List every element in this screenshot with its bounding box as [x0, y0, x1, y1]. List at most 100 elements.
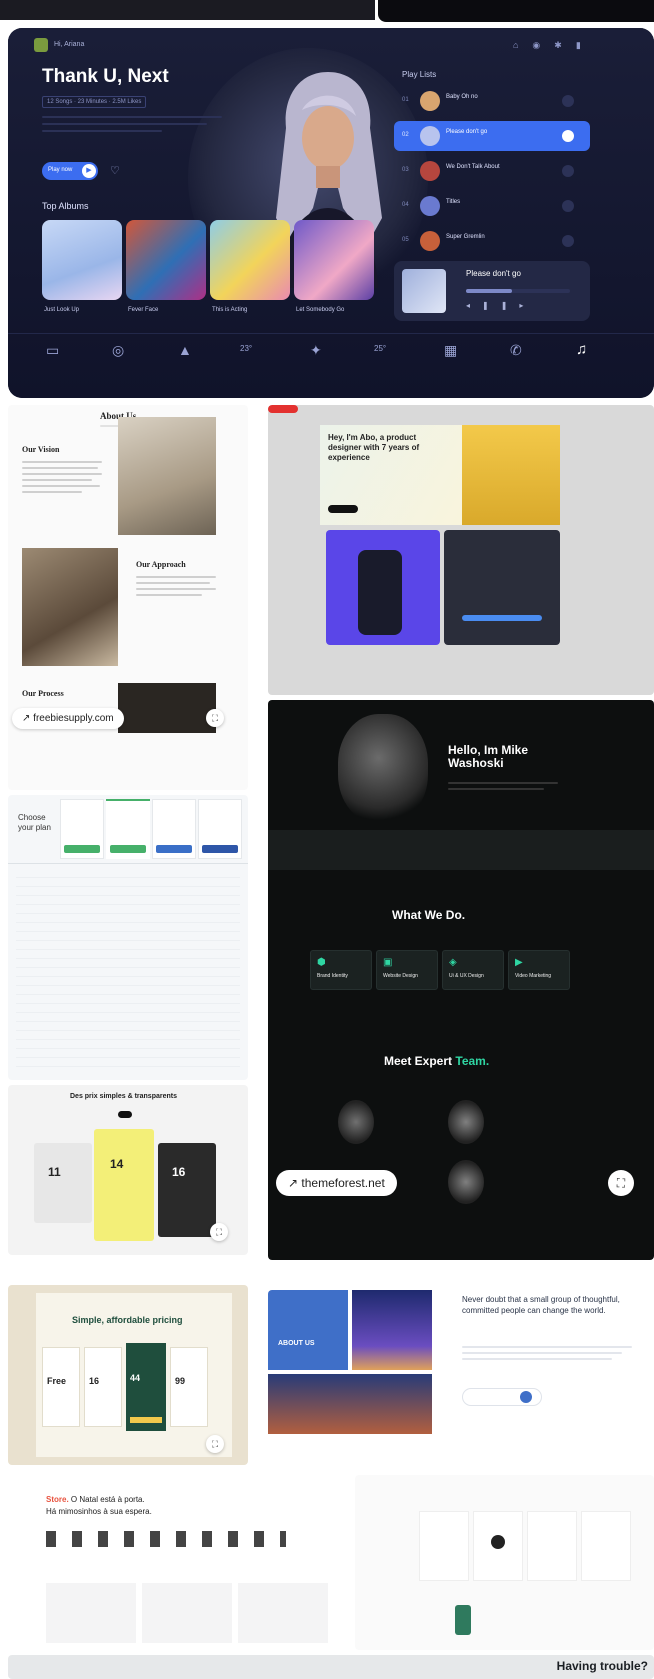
vision-heading: Our Vision — [22, 445, 60, 454]
top-thumbnail-right[interactable] — [378, 0, 654, 22]
store-headline: Store. O Natal está à porta. — [46, 1495, 145, 1504]
settings-ui-preview[interactable] — [444, 530, 560, 645]
product-tile[interactable] — [46, 1583, 136, 1643]
city-bridge-photo — [268, 1374, 432, 1434]
play-now-button[interactable]: Play now ▶ — [42, 162, 98, 180]
service-card[interactable]: ▣ Website Design — [376, 950, 438, 990]
product-tile[interactable] — [581, 1511, 631, 1581]
service-icon: ◈ — [449, 957, 457, 968]
visual-search-icon[interactable]: ⛶ — [210, 1223, 228, 1241]
album-meta: 12 Songs · 23 Minutes · 2.5M Likes — [42, 96, 147, 108]
playlists-label: Play Lists — [402, 70, 437, 79]
music-note-icon[interactable]: ♫ — [576, 341, 587, 358]
album-name: This is Acting — [212, 307, 248, 313]
navigation-icon[interactable]: ▲ — [178, 342, 192, 358]
steering-icon[interactable]: ◎ — [112, 342, 124, 359]
approach-heading: Our Approach — [136, 560, 186, 569]
french-pricing-card[interactable]: Des prix simples & transparents 11 14 16… — [8, 1085, 248, 1255]
user-label: Hi, Ariana — [54, 41, 85, 48]
plan-card[interactable]: Free — [42, 1347, 80, 1427]
music-player-card[interactable]: Hi, Ariana ⌂◉✱▮ Thank U, Next 12 Songs ·… — [8, 28, 654, 398]
process-photo — [118, 683, 216, 733]
car-icon[interactable]: ▭ — [46, 342, 59, 359]
top-thumbnail-left[interactable] — [0, 0, 375, 20]
album-art-3[interactable] — [210, 220, 290, 300]
service-icon: ▣ — [383, 957, 393, 968]
about-city-card[interactable]: ABOUT US Never doubt that a small group … — [268, 1290, 654, 1470]
playlist-row[interactable]: 05 Super Gremlin — [394, 226, 590, 256]
plan-card-featured[interactable]: 14 — [94, 1129, 154, 1241]
agency-dark-card[interactable]: Hello, Im Mike Washoski What We Do. ⬢ Br… — [268, 700, 654, 1260]
billing-toggle[interactable] — [118, 1111, 132, 1118]
progress-fill — [466, 289, 512, 293]
plan-card[interactable]: 11 — [34, 1143, 92, 1223]
store-card[interactable]: Store. O Natal está à porta. Há mimosinh… — [8, 1475, 363, 1650]
temperature-right: 25° — [374, 344, 387, 353]
now-playing-title: Please don't go — [466, 269, 521, 278]
top-albums-label: Top Albums — [42, 201, 89, 211]
what-we-do-heading: What We Do. — [392, 908, 466, 922]
team-member-photo — [448, 1160, 484, 1204]
album-name: Fever Face — [128, 307, 159, 313]
phone-icon[interactable]: ✆ — [510, 342, 522, 359]
arrow-button[interactable] — [520, 1391, 532, 1403]
album-art-4[interactable] — [294, 220, 374, 300]
trouble-text: Having trouble? — [556, 1659, 648, 1673]
designer-photo — [462, 425, 560, 525]
about-us-card[interactable]: About Us Our Vision Our Approach Our Pro… — [8, 405, 248, 790]
plan-card-featured[interactable]: 44 — [126, 1343, 166, 1431]
choose-plan-heading: Choose your plan — [18, 813, 51, 832]
speaker-portrait — [338, 714, 428, 824]
playlist-row[interactable]: 01 Baby Oh no — [394, 86, 590, 116]
product-tile[interactable] — [419, 1511, 469, 1581]
service-card[interactable]: ◈ Ui & UX Design — [442, 950, 504, 990]
now-playing-panel[interactable]: Please don't go ◂❚❚▸ — [394, 261, 590, 321]
album-title: Thank U, Next — [42, 66, 169, 87]
album-art-2[interactable] — [126, 220, 206, 300]
select-plan-button[interactable] — [110, 845, 146, 853]
service-card[interactable]: ⬢ Brand Identity — [310, 950, 372, 990]
product-category-icons[interactable] — [46, 1531, 286, 1547]
source-link-chip[interactable]: ↗ themeforest.net — [276, 1170, 397, 1196]
store-products-card[interactable] — [355, 1475, 654, 1650]
product-tile[interactable] — [142, 1583, 232, 1643]
service-card[interactable]: ▶ Video Marketing — [508, 950, 570, 990]
team-member-photo — [448, 1100, 484, 1144]
visual-search-icon[interactable]: ⛶ — [206, 1435, 224, 1453]
team-heading: Meet Expert Team. — [384, 1054, 490, 1068]
affordable-title: Simple, affordable pricing — [72, 1315, 183, 1325]
product-tile[interactable] — [238, 1583, 328, 1643]
album-art-1[interactable] — [42, 220, 122, 300]
source-link-chip[interactable]: ↗ freebiesupply.com — [12, 708, 124, 729]
about-us-block: ABOUT US — [268, 1290, 348, 1370]
city-night-photo — [352, 1290, 432, 1370]
service-icon: ⬢ — [317, 957, 326, 968]
arrow-up-right-icon: ↗ — [288, 1176, 299, 1190]
playlist-row[interactable]: 04 Titles — [394, 191, 590, 221]
select-plan-button[interactable] — [202, 845, 238, 853]
pricing-table-card[interactable]: Choose your plan — [8, 795, 248, 1080]
grid-icon[interactable]: ▦ — [444, 342, 457, 359]
team-photo — [22, 548, 118, 666]
affordable-pricing-card[interactable]: Simple, affordable pricing Free 16 44 99… — [8, 1285, 248, 1465]
bottom-banner[interactable]: Having trouble? — [8, 1655, 654, 1679]
visual-search-icon[interactable]: ⛶ — [206, 709, 224, 727]
airtag-icon — [491, 1535, 505, 1549]
fan-icon[interactable]: ✦ — [310, 342, 322, 359]
heart-icon[interactable]: ♡ — [110, 164, 120, 177]
playlist-row-active[interactable]: 02 Please don't go — [394, 121, 590, 151]
album-name: Just Look Up — [44, 307, 80, 313]
visual-search-icon[interactable]: ⛶ — [608, 1170, 634, 1196]
hello-headline: Hello, Im Mike Washoski — [448, 743, 529, 770]
feature-rows — [16, 869, 240, 1069]
select-plan-button[interactable] — [64, 845, 100, 853]
product-tile[interactable] — [527, 1511, 577, 1581]
playlist-row[interactable]: 03 We Don't Talk About — [394, 156, 590, 186]
select-plan-button[interactable] — [156, 845, 192, 853]
plan-card[interactable]: 16 — [84, 1347, 122, 1427]
plan-card[interactable]: 16 — [158, 1143, 216, 1237]
contact-button[interactable] — [328, 505, 358, 513]
plan-card[interactable]: 99 — [170, 1347, 208, 1427]
client-logos-strip — [268, 830, 654, 870]
portfolio-card[interactable]: Hey, I'm Abo, a product designer with 7 … — [268, 405, 654, 695]
